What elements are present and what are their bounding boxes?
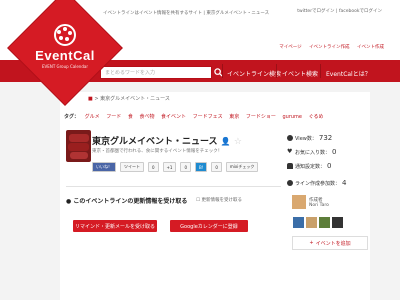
divider: [66, 186, 281, 187]
twitter-login-link[interactable]: twitterでログイン: [297, 9, 334, 14]
logo-flower-icon: [54, 24, 76, 46]
member-avatar[interactable]: [306, 217, 317, 228]
nav-event-search[interactable]: イベント検索: [282, 69, 318, 78]
heart-icon: ♥: [287, 148, 293, 155]
hatena-count: 0: [211, 162, 222, 172]
breadcrumb: ■ > 東京グルメイベント・ニュース: [88, 96, 170, 102]
breadcrumb-current: 東京グルメイベント・ニュース: [100, 96, 170, 102]
member-avatar[interactable]: [319, 217, 330, 228]
hatena-button[interactable]: B!: [195, 162, 208, 172]
google-plus-count: 0: [180, 162, 191, 172]
logo-name: EventCal: [35, 48, 95, 63]
login-links: twitterでログイン | facebookでログイン: [297, 9, 382, 14]
nav-eventline-search[interactable]: イベントライン検索: [227, 69, 281, 78]
notify-count: 通知設定数： 0: [287, 162, 331, 170]
tagline-text: イベントラインはイベント情報を共有するサイト: [103, 11, 202, 16]
google-plus-button[interactable]: +1: [162, 162, 177, 172]
tag-item[interactable]: 食べ物: [139, 114, 154, 120]
view-count: View数： 732: [287, 134, 332, 142]
tag-item[interactable]: ぐるめ: [309, 114, 324, 120]
tag-item[interactable]: 食イベント: [161, 114, 186, 120]
nav-divider: [276, 64, 277, 78]
sub-links: マイページ イベントライン作成 イベント作成: [273, 44, 384, 50]
search-placeholder: まとめるワードを入力: [105, 70, 156, 76]
tag-item[interactable]: gurume: [282, 114, 302, 120]
home-icon[interactable]: ■: [88, 96, 93, 102]
mypage-link[interactable]: マイページ: [279, 45, 301, 50]
tweet-count: 0: [148, 162, 159, 172]
member-photos: [293, 217, 343, 228]
tag-item[interactable]: グルメ: [85, 114, 100, 120]
creator-name[interactable]: Nori Taro: [309, 203, 329, 208]
event-title: 東京グルメイベント・ニュース 👤 ☆: [92, 134, 242, 147]
bell-icon: [287, 163, 293, 169]
star-icon[interactable]: ☆: [234, 137, 242, 147]
line-participation-count: ライン作成参加数： 4: [287, 179, 346, 187]
tag-item[interactable]: 食: [128, 114, 133, 120]
nav-divider: [222, 64, 223, 78]
tag-label: タグ：: [64, 114, 80, 120]
remind-mail-button[interactable]: リマインド・更新メールを受け取る: [73, 220, 157, 232]
user-icon: 👤: [220, 137, 231, 146]
page: EventCal EVENT Group Calendar イベントラインはイベ…: [0, 0, 400, 300]
create-eventline-link[interactable]: イベントライン作成: [309, 45, 350, 50]
event-thumbnail: [66, 130, 91, 162]
tag-item[interactable]: フード: [106, 114, 121, 120]
add-event-button[interactable]: + イベントを追加: [292, 236, 368, 250]
register-link[interactable]: ☐ 更新情報を受け取る: [196, 197, 242, 203]
event-description: 東京・首都圏で行われる、食に関するイベント情報をチェック！: [92, 149, 223, 154]
logo[interactable]: EventCal EVENT Group Calendar: [25, 24, 105, 74]
event-title-text: 東京グルメイベント・ニュース: [92, 137, 218, 147]
logo-sub: EVENT Group Calendar: [42, 64, 88, 69]
site-tagline: イベントラインはイベント情報を共有するサイト | 東京グルメイベント・ニュース: [103, 11, 270, 16]
tweet-button[interactable]: ツイート: [120, 162, 144, 172]
tagline-sub: 東京グルメイベント・ニュース: [206, 11, 270, 16]
google-calendar-button[interactable]: Googleカレンダーに登録: [170, 220, 248, 232]
tag-item[interactable]: フードフェス: [193, 114, 223, 120]
social-buttons: いいね！ ツイート 0 +1 0 B! 0 mixiチェック: [92, 162, 259, 172]
plus-icon: +: [309, 240, 314, 246]
tag-list: タグ： グルメ フード 食 食べ物 食イベント フードフェス 東京 フードショー…: [64, 113, 329, 120]
search-input[interactable]: まとめるワードを入力: [100, 66, 212, 79]
update-title-text: このイベントラインの更新情報を受け取る: [73, 198, 188, 205]
tag-item[interactable]: 東京: [229, 114, 239, 120]
member-avatar[interactable]: [293, 217, 304, 228]
info-icon: ●: [66, 198, 72, 205]
update-section-title: ● このイベントラインの更新情報を受け取る: [66, 196, 187, 205]
people-icon: [287, 180, 293, 186]
mixi-check-button[interactable]: mixiチェック: [225, 162, 259, 172]
creator-avatar[interactable]: [292, 195, 306, 209]
facebook-like-button[interactable]: いいね！: [92, 162, 116, 172]
member-avatar[interactable]: [332, 217, 343, 228]
eye-icon: [287, 135, 293, 141]
favorite-count: ♥ お気に入り数： 0: [287, 148, 337, 156]
nav-about[interactable]: EventCalとは？: [326, 69, 371, 78]
create-event-link[interactable]: イベント作成: [357, 45, 384, 50]
tag-item[interactable]: フードショー: [246, 114, 276, 120]
facebook-login-link[interactable]: facebookでログイン: [339, 9, 382, 14]
search-button[interactable]: [212, 66, 225, 79]
nav-divider: [320, 64, 321, 78]
